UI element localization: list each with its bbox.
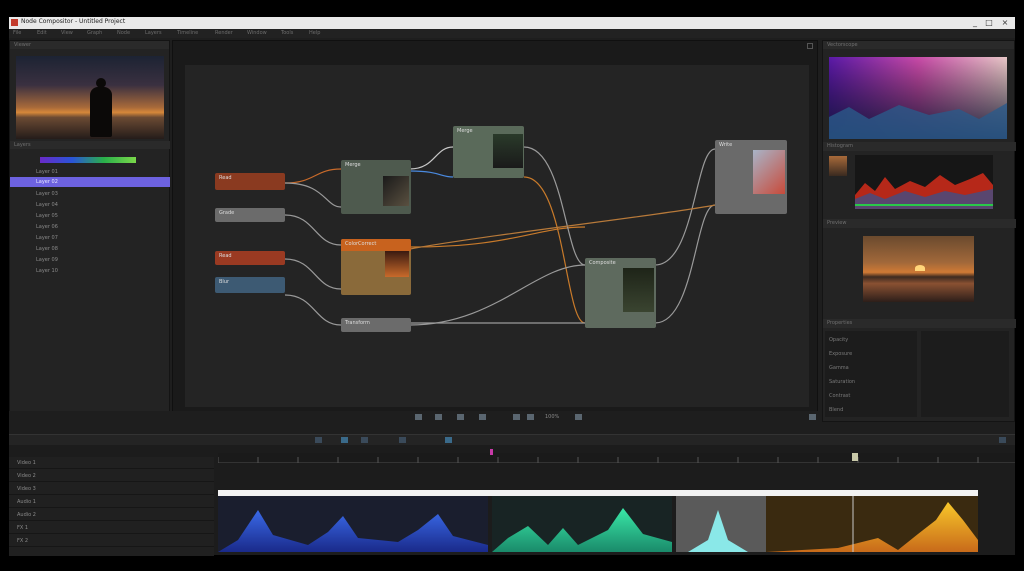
timeline-tool-icon[interactable] xyxy=(315,437,322,443)
menu-file[interactable]: File xyxy=(13,30,21,36)
layers-header: Layers xyxy=(10,141,170,149)
node-colorcorrect[interactable]: ColorCorrect xyxy=(341,239,411,295)
layer-row[interactable]: Layer 03 xyxy=(10,189,170,199)
node-blur[interactable]: Blur xyxy=(215,277,285,293)
layer-row[interactable]: Layer 10 xyxy=(10,266,170,276)
menu-tools[interactable]: Tools xyxy=(281,30,293,36)
node-read-2[interactable]: Read xyxy=(215,251,285,265)
layers-title: Layers xyxy=(14,142,31,148)
histogram xyxy=(855,155,993,209)
properties-list: Opacity Exposure Gamma Saturation Contra… xyxy=(825,331,917,417)
menu-help[interactable]: Help xyxy=(309,30,320,36)
menu-layers[interactable]: Layers xyxy=(145,30,162,36)
fit-icon[interactable] xyxy=(415,414,422,420)
layer-row-selected[interactable]: Layer 02 xyxy=(10,177,170,187)
scope-title: Vectorscope xyxy=(827,42,858,48)
track-row[interactable]: Video 2 xyxy=(9,470,214,482)
app-window: File Edit View Graph Node Layers Timelin… xyxy=(9,29,1016,556)
layer-row[interactable]: Layer 05 xyxy=(10,211,170,221)
node-thumbnail xyxy=(383,176,409,206)
menu-timeline[interactable]: Timeline xyxy=(177,30,198,36)
maximize-button[interactable]: □ xyxy=(983,17,995,29)
timeline-tool-icon[interactable] xyxy=(399,437,406,443)
sun xyxy=(915,265,925,271)
waveform-clips xyxy=(218,490,978,552)
menu-node[interactable]: Node xyxy=(117,30,130,36)
menu-view[interactable]: View xyxy=(61,30,73,36)
layer-row[interactable]: Layer 09 xyxy=(10,255,170,265)
left-panel: Viewer Layers Layer 01 Layer 02 Layer 03… xyxy=(9,40,170,422)
color-gradient-bar[interactable] xyxy=(40,157,136,163)
track-row[interactable]: Video 1 xyxy=(9,457,214,469)
minimize-button[interactable]: _ xyxy=(969,17,981,29)
stop-icon[interactable] xyxy=(527,414,534,420)
layer-row[interactable]: Layer 07 xyxy=(10,233,170,243)
node-graph-canvas[interactable]: Read Grade Read Blur Merge ColorCorrect xyxy=(185,65,809,407)
timeline-settings-icon[interactable] xyxy=(999,437,1006,443)
in-point-marker[interactable] xyxy=(852,453,858,461)
window-title: Node Compositor - Untitled Project xyxy=(21,18,126,25)
timeline-tool-icon[interactable] xyxy=(341,437,348,443)
node-thumbnail xyxy=(493,134,523,168)
properties-values xyxy=(921,331,1009,417)
title-bar: Node Compositor - Untitled Project _ □ × xyxy=(9,17,1015,29)
node-connections xyxy=(284,146,716,326)
node-read-1[interactable]: Read xyxy=(215,173,285,190)
menu-edit[interactable]: Edit xyxy=(37,30,47,36)
histogram-title: Histogram xyxy=(827,143,853,149)
timeline-tool-icon[interactable] xyxy=(361,437,368,443)
viewer-image[interactable] xyxy=(16,56,164,139)
snap-icon[interactable] xyxy=(457,414,464,420)
maximize-panel-icon[interactable] xyxy=(807,43,813,49)
zoom-level[interactable]: 100% xyxy=(545,414,559,420)
settings-icon[interactable] xyxy=(575,414,582,420)
timeline-panel: Video 1 Video 2 Video 3 Audio 1 Audio 2 … xyxy=(9,434,1015,556)
menu-graph[interactable]: Graph xyxy=(87,30,102,36)
node-write[interactable]: Write xyxy=(715,140,787,214)
right-panel: Vectorscope Histogram Preview Properties… xyxy=(822,40,1016,422)
track-row[interactable]: FX 2 xyxy=(9,535,214,547)
track-row[interactable]: Audio 2 xyxy=(9,509,214,521)
node-grade[interactable]: Grade xyxy=(215,208,285,222)
track-row[interactable]: Audio 1 xyxy=(9,496,214,508)
viewer-title: Viewer xyxy=(14,42,31,48)
vectorscope xyxy=(829,57,1007,139)
timeline-tool-icon[interactable] xyxy=(445,437,452,443)
node-thumbnail xyxy=(623,268,654,312)
app-icon xyxy=(11,19,18,26)
menu-window[interactable]: Window xyxy=(247,30,267,36)
histogram-thumb xyxy=(829,156,847,176)
node-merge-1[interactable]: Merge xyxy=(341,160,411,214)
node-graph-panel: Read Grade Read Blur Merge ColorCorrect xyxy=(172,40,818,422)
play-icon[interactable] xyxy=(513,414,520,420)
node-composite[interactable]: Composite xyxy=(585,258,656,328)
grid-icon[interactable] xyxy=(435,414,442,420)
node-merge-2[interactable]: Merge xyxy=(453,126,524,178)
track-row[interactable]: FX 1 xyxy=(9,522,214,534)
clip-area[interactable] xyxy=(218,490,1015,552)
preview-image[interactable] xyxy=(863,236,974,302)
clip-header xyxy=(218,490,978,496)
track-labels: Video 1 Video 2 Video 3 Audio 1 Audio 2 … xyxy=(9,457,214,556)
track-row[interactable]: Video 3 xyxy=(9,483,214,495)
preview-title: Preview xyxy=(827,220,847,226)
layer-row[interactable]: Layer 06 xyxy=(10,222,170,232)
layer-row[interactable]: Layer 01 xyxy=(10,167,170,177)
node-thumbnail xyxy=(385,251,409,277)
canvas-toolbar: 100% xyxy=(9,411,818,423)
layer-row[interactable]: Layer 04 xyxy=(10,200,170,210)
node-thumbnail xyxy=(753,150,785,194)
timeline-toolbar xyxy=(9,435,1015,445)
properties-title: Properties xyxy=(827,320,853,326)
node-transform[interactable]: Transform xyxy=(341,318,411,332)
expand-icon[interactable] xyxy=(809,414,816,420)
close-button[interactable]: × xyxy=(999,17,1011,29)
timeline-ruler[interactable] xyxy=(217,453,1015,463)
playhead-marker[interactable] xyxy=(490,449,493,455)
menu-render[interactable]: Render xyxy=(215,30,233,36)
layer-row[interactable]: Layer 08 xyxy=(10,244,170,254)
zoom-icon[interactable] xyxy=(479,414,486,420)
menu-bar: File Edit View Graph Node Layers Timelin… xyxy=(9,29,1015,38)
viewer-panel-title: Viewer xyxy=(10,41,169,49)
